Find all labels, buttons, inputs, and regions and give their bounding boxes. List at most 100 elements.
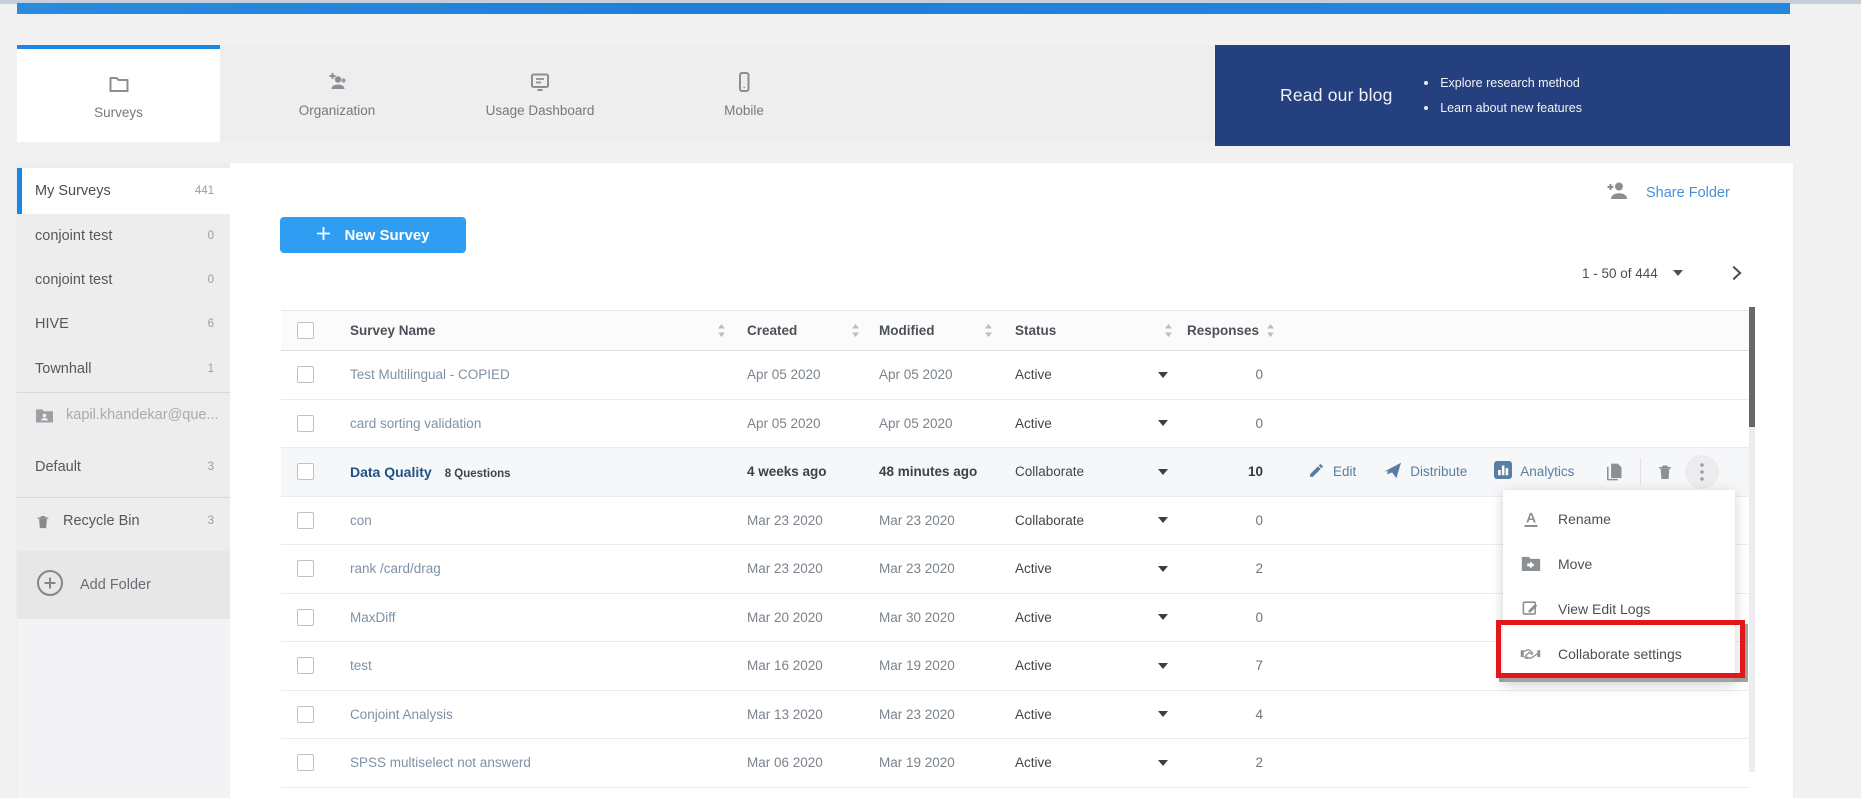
row-checkbox[interactable] — [297, 415, 314, 432]
row-checkbox[interactable] — [297, 657, 314, 674]
table-scrollbar-thumb[interactable] — [1749, 307, 1755, 427]
modified-cell: Apr 05 2020 — [872, 367, 1005, 382]
sidebar-item-shared-account[interactable]: kapil.khandekar@que... — [17, 393, 230, 437]
pencil-icon — [1308, 462, 1325, 482]
share-folder-button[interactable]: Share Folder — [1605, 180, 1730, 205]
share-folder-label: Share Folder — [1646, 185, 1730, 201]
bullet-dot — [1424, 106, 1428, 110]
paper-plane-icon — [1383, 462, 1402, 482]
pagination: 1 - 50 of 444 — [1582, 262, 1747, 284]
row-checkbox[interactable] — [297, 754, 314, 771]
more-options-button[interactable] — [1685, 455, 1719, 489]
status-dropdown[interactable]: Collaborate — [1005, 513, 1185, 528]
survey-name-link[interactable]: rank /card/drag — [350, 561, 441, 576]
row-checkbox[interactable] — [297, 706, 314, 723]
row-context-menu: A Rename Move View Edit Logs — [1503, 490, 1735, 682]
survey-name-link[interactable]: card sorting validation — [350, 416, 481, 431]
column-header-survey-name[interactable]: Survey Name — [330, 311, 740, 350]
menu-item-rename[interactable]: A Rename — [1503, 496, 1735, 541]
table-header-row: Survey Name Created Modified Status Resp… — [281, 310, 1749, 351]
table-scrollbar-track[interactable] — [1749, 307, 1755, 772]
row-checkbox[interactable] — [297, 512, 314, 529]
pagination-caret-icon[interactable] — [1673, 270, 1683, 276]
responses-cell: 2 — [1185, 755, 1279, 770]
sidebar-item-label: kapil.khandekar@que... — [66, 407, 219, 423]
analytics-icon — [1494, 461, 1512, 482]
sidebar-item-my-surveys[interactable]: My Surveys 441 — [17, 168, 230, 214]
survey-name-link[interactable]: Data Quality — [350, 464, 432, 480]
column-header-created[interactable]: Created — [740, 311, 872, 350]
tab-mobile[interactable]: Mobile — [654, 45, 834, 142]
status-dropdown[interactable]: Collaborate — [1005, 464, 1185, 479]
responses-cell: 0 — [1185, 513, 1279, 528]
status-dropdown[interactable]: Active — [1005, 755, 1185, 770]
tab-usage-dashboard[interactable]: Usage Dashboard — [447, 45, 633, 142]
survey-name-link[interactable]: test — [350, 658, 372, 673]
modified-cell: Mar 30 2020 — [872, 610, 1005, 625]
responses-cell: 10 — [1185, 464, 1279, 479]
sidebar-item-label: Recycle Bin — [63, 513, 140, 529]
sidebar-item-conjoint-test-1[interactable]: conjoint test 0 — [17, 214, 230, 258]
row-checkbox[interactable] — [297, 560, 314, 577]
row-checkbox[interactable] — [297, 609, 314, 626]
modified-cell: 48 minutes ago — [872, 464, 1005, 479]
status-dropdown[interactable]: Active — [1005, 416, 1185, 431]
status-dropdown[interactable]: Active — [1005, 610, 1185, 625]
next-page-button[interactable] — [1725, 262, 1747, 284]
created-cell: Apr 05 2020 — [740, 416, 872, 431]
survey-name-link[interactable]: con — [350, 513, 372, 528]
caret-down-icon — [1158, 663, 1168, 669]
survey-name-link[interactable]: Test Multilingual - COPIED — [350, 367, 510, 382]
sidebar-item-recycle-bin[interactable]: Recycle Bin 3 — [17, 498, 230, 544]
delete-button[interactable] — [1656, 462, 1674, 481]
tab-surveys[interactable]: Surveys — [17, 45, 220, 142]
sort-icon — [851, 324, 860, 337]
sort-icon — [1164, 324, 1173, 337]
svg-text:A: A — [1525, 509, 1535, 525]
created-cell: Mar 16 2020 — [740, 658, 872, 673]
menu-item-label: Rename — [1558, 511, 1611, 527]
status-dropdown[interactable]: Active — [1005, 367, 1185, 382]
edit-button[interactable]: Edit — [1308, 462, 1356, 482]
status-dropdown[interactable]: Active — [1005, 707, 1185, 722]
sidebar-item-label: HIVE — [35, 316, 69, 332]
folder-count: 1 — [208, 363, 214, 375]
add-user-icon — [324, 70, 350, 94]
caret-down-icon — [1158, 711, 1168, 717]
column-header-status[interactable]: Status — [1005, 311, 1185, 350]
survey-name-link[interactable]: MaxDiff — [350, 610, 396, 625]
sort-icon — [984, 324, 993, 337]
plus-icon — [316, 226, 331, 245]
row-checkbox[interactable] — [297, 366, 314, 383]
row-checkbox[interactable] — [297, 463, 314, 480]
status-dropdown[interactable]: Active — [1005, 561, 1185, 576]
tab-label: Organization — [299, 103, 376, 118]
actions-divider — [1640, 458, 1641, 485]
main-nav: Surveys Organization Usage Dashboard Mob… — [17, 45, 1790, 142]
read-our-blog-link[interactable]: Read our blog — [1280, 85, 1393, 106]
caret-down-icon — [1158, 420, 1168, 426]
survey-name-link[interactable]: Conjoint Analysis — [350, 707, 453, 722]
add-folder-button[interactable]: Add Folder — [17, 551, 230, 619]
mobile-icon — [732, 70, 756, 94]
sidebar-item-hive[interactable]: HIVE 6 — [17, 302, 230, 346]
select-all-checkbox[interactable] — [297, 322, 314, 339]
new-survey-button[interactable]: New Survey — [280, 217, 466, 253]
menu-item-collaborate-settings[interactable]: Collaborate settings — [1503, 631, 1735, 676]
distribute-button[interactable]: Distribute — [1383, 462, 1467, 482]
menu-item-label: Move — [1558, 556, 1592, 572]
sidebar-item-default[interactable]: Default 3 — [17, 437, 230, 497]
menu-item-label: View Edit Logs — [1558, 601, 1650, 617]
sidebar-item-conjoint-test-2[interactable]: conjoint test 0 — [17, 258, 230, 302]
handshake-icon — [1520, 646, 1541, 662]
status-dropdown[interactable]: Active — [1005, 658, 1185, 673]
tab-organization[interactable]: Organization — [247, 45, 427, 142]
analytics-button[interactable]: Analytics — [1494, 461, 1574, 482]
survey-name-link[interactable]: SPSS multiselect not answerd — [350, 755, 531, 770]
sidebar-item-townhall[interactable]: Townhall 1 — [17, 346, 230, 392]
column-header-modified[interactable]: Modified — [872, 311, 1005, 350]
menu-item-view-edit-logs[interactable]: View Edit Logs — [1503, 586, 1735, 631]
menu-item-move[interactable]: Move — [1503, 541, 1735, 586]
copy-button[interactable] — [1604, 461, 1624, 482]
column-header-responses[interactable]: Responses — [1185, 311, 1279, 350]
